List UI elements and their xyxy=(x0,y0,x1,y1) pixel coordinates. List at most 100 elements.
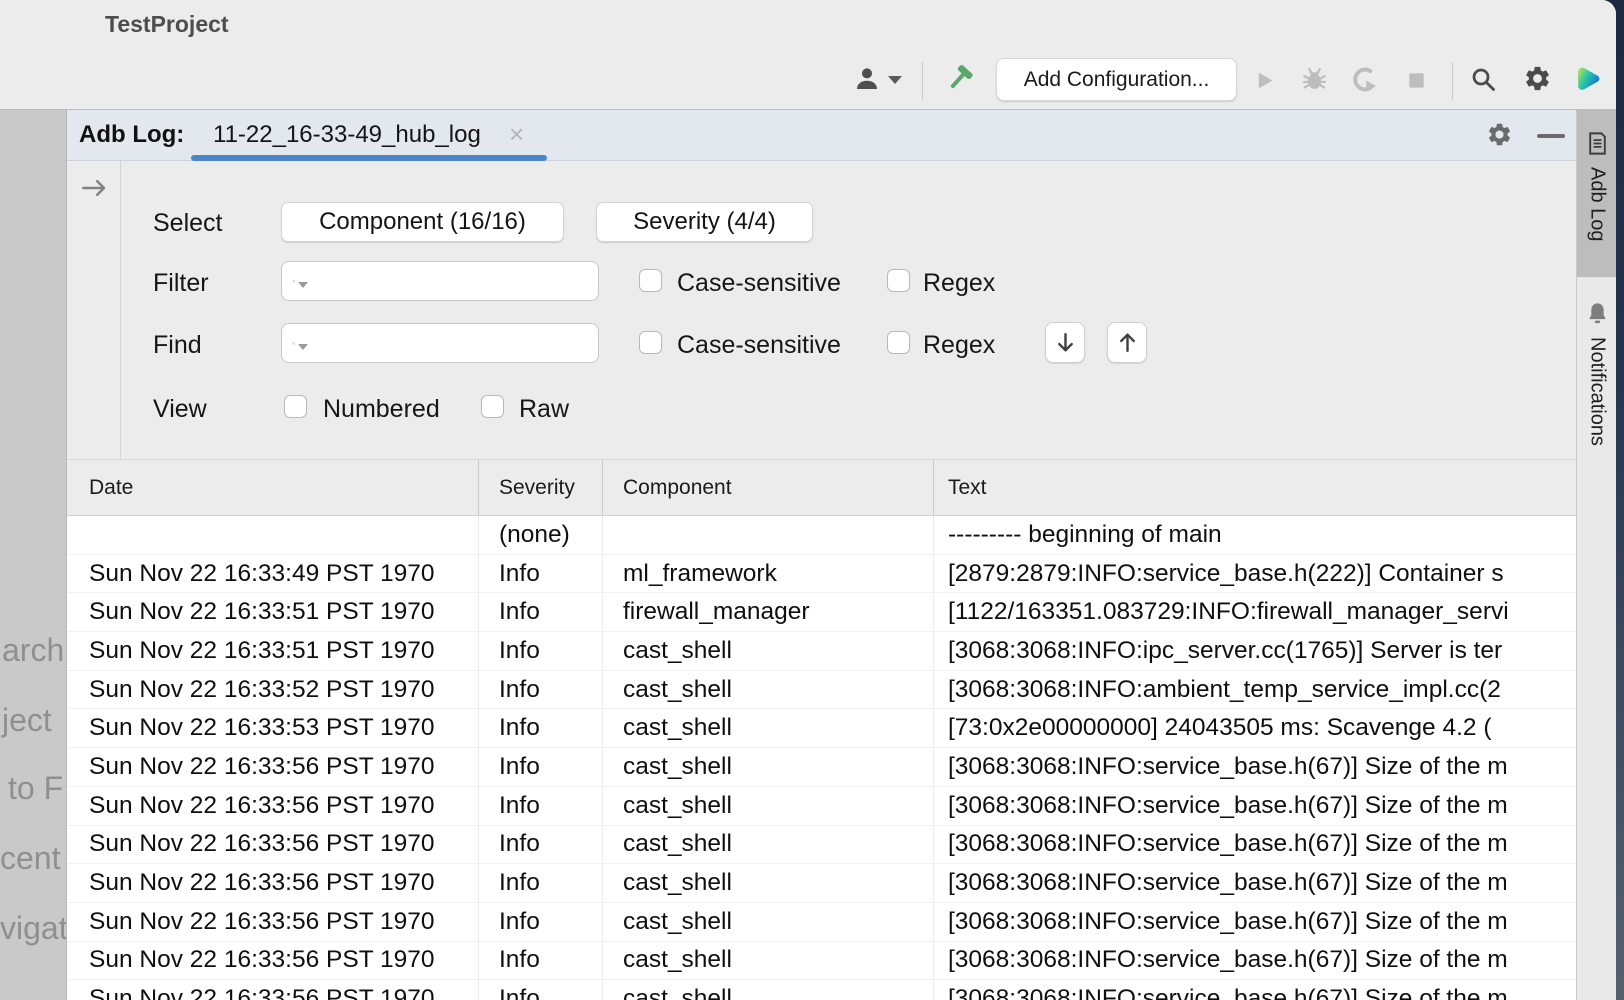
log-severity-cell: (none) xyxy=(479,516,603,554)
find-label: Find xyxy=(153,331,202,360)
log-table-row[interactable]: Sun Nov 22 16:33:52 PST 1970 Info cast_s… xyxy=(67,671,1577,710)
collapse-strip xyxy=(67,161,121,459)
log-severity-cell: Info xyxy=(479,942,603,980)
find-case-sensitive-checkbox[interactable] xyxy=(639,331,662,354)
stop-icon[interactable] xyxy=(1407,71,1426,90)
log-text-cell: [3068:3068:INFO:ipc_server.cc(1765)] Ser… xyxy=(934,632,1577,670)
find-next-button[interactable] xyxy=(1045,322,1085,363)
numbered-label: Numbered xyxy=(323,395,440,424)
log-table-row[interactable]: Sun Nov 22 16:33:51 PST 1970 Info firewa… xyxy=(67,593,1577,632)
minimize-icon[interactable] xyxy=(1537,134,1565,138)
log-table-row[interactable]: Sun Nov 22 16:33:56 PST 1970 Info cast_s… xyxy=(67,864,1577,903)
log-date-cell xyxy=(67,516,479,554)
settings-icon[interactable] xyxy=(1523,64,1552,93)
log-severity-cell: Info xyxy=(479,903,603,941)
user-chevron-icon[interactable] xyxy=(888,76,902,84)
log-text-cell: [3068:3068:INFO:service_base.h(67)] Size… xyxy=(934,864,1577,902)
severity-filter-button[interactable]: Severity (4/4) xyxy=(596,202,813,242)
find-case-sensitive-label: Case-sensitive xyxy=(677,331,841,360)
bell-icon xyxy=(1584,300,1611,327)
adb-log-panel: Adb Log: 11-22_16-33-49_hub_log × xyxy=(66,110,1576,1000)
view-label: View xyxy=(153,395,207,424)
bg-text-fragment: ject xyxy=(2,702,52,739)
bg-text-fragment: arch xyxy=(2,632,64,669)
log-severity-cell: Info xyxy=(479,787,603,825)
numbered-checkbox[interactable] xyxy=(284,395,307,418)
log-text-cell: [2879:2879:INFO:service_base.h(222)] Con… xyxy=(934,555,1577,593)
toolwindow-tab-adb-log[interactable]: Adb Log xyxy=(1577,110,1616,277)
column-header-date[interactable]: Date xyxy=(67,460,479,515)
search-icon xyxy=(292,270,296,293)
toolwindow-tab-label: Notifications xyxy=(1586,337,1609,446)
user-icon[interactable] xyxy=(852,64,882,94)
filter-regex-checkbox[interactable] xyxy=(887,269,910,292)
column-header-text[interactable]: Text xyxy=(934,460,1577,515)
log-component-cell: cast_shell xyxy=(603,942,934,980)
find-input-wrap xyxy=(281,323,599,363)
log-component-cell: cast_shell xyxy=(603,671,934,709)
close-icon[interactable]: × xyxy=(509,119,524,149)
panel-title: Adb Log: xyxy=(79,121,184,149)
log-table-row[interactable]: Sun Nov 22 16:33:56 PST 1970 Info cast_s… xyxy=(67,903,1577,942)
column-header-component[interactable]: Component xyxy=(603,460,934,515)
log-table-row[interactable]: Sun Nov 22 16:33:51 PST 1970 Info cast_s… xyxy=(67,632,1577,671)
log-component-cell: cast_shell xyxy=(603,709,934,747)
log-text-cell: --------- beginning of main xyxy=(934,516,1577,554)
log-table-row[interactable]: Sun Nov 22 16:33:56 PST 1970 Info cast_s… xyxy=(67,748,1577,787)
find-previous-button[interactable] xyxy=(1107,322,1147,363)
log-table: Date Severity Component Text (none) ----… xyxy=(67,459,1577,1000)
main-toolbar: TestProject Add Configuration... xyxy=(0,0,1616,110)
log-table-row[interactable]: Sun Nov 22 16:33:53 PST 1970 Info cast_s… xyxy=(67,709,1577,748)
panel-settings-gear-icon[interactable] xyxy=(1486,121,1513,148)
filter-regex-label: Regex xyxy=(923,269,995,298)
log-severity-cell: Info xyxy=(479,826,603,864)
filter-input-wrap xyxy=(281,261,599,301)
log-date-cell: Sun Nov 22 16:33:56 PST 1970 xyxy=(67,903,479,941)
find-input[interactable] xyxy=(310,324,598,362)
add-configuration-button[interactable]: Add Configuration... xyxy=(996,58,1237,101)
search-options-chevron-icon[interactable] xyxy=(298,282,308,288)
search-options-chevron-icon[interactable] xyxy=(298,344,308,350)
log-table-row[interactable]: Sun Nov 22 16:33:56 PST 1970 Info cast_s… xyxy=(67,980,1577,1000)
profiler-icon[interactable] xyxy=(1350,65,1379,94)
log-text-cell: [3068:3068:INFO:service_base.h(67)] Size… xyxy=(934,942,1577,980)
filter-case-sensitive-checkbox[interactable] xyxy=(639,269,662,292)
panel-header: Adb Log: 11-22_16-33-49_hub_log × xyxy=(67,110,1577,161)
log-date-cell: Sun Nov 22 16:33:52 PST 1970 xyxy=(67,671,479,709)
arrow-up-icon xyxy=(1115,330,1140,355)
filter-input[interactable] xyxy=(310,262,598,300)
log-severity-cell: Info xyxy=(479,632,603,670)
log-severity-cell: Info xyxy=(479,555,603,593)
log-text-cell: [3068:3068:INFO:service_base.h(67)] Size… xyxy=(934,748,1577,786)
log-table-row[interactable]: Sun Nov 22 16:33:56 PST 1970 Info cast_s… xyxy=(67,826,1577,865)
log-table-row[interactable]: Sun Nov 22 16:33:49 PST 1970 Info ml_fra… xyxy=(67,555,1577,594)
log-component-cell: cast_shell xyxy=(603,787,934,825)
collapse-arrow-icon[interactable] xyxy=(79,173,109,203)
log-severity-cell: Info xyxy=(479,671,603,709)
log-table-row[interactable]: (none) --------- beginning of main xyxy=(67,516,1577,555)
background-window-strip: arch ject to F cent vigat xyxy=(0,110,66,1000)
log-component-cell: cast_shell xyxy=(603,826,934,864)
filter-label: Filter xyxy=(153,269,209,298)
column-header-severity[interactable]: Severity xyxy=(479,460,603,515)
log-date-cell: Sun Nov 22 16:33:56 PST 1970 xyxy=(67,980,479,1000)
search-icon[interactable] xyxy=(1469,65,1497,93)
log-text-cell: [1122/163351.083729:INFO:firewall_manage… xyxy=(934,593,1577,631)
assistant-sphere-icon[interactable] xyxy=(1572,63,1603,94)
build-hammer-icon[interactable] xyxy=(942,62,976,96)
search-icon xyxy=(292,332,296,355)
log-text-cell: [73:0x2e00000000] 24043505 ms: Scavenge … xyxy=(934,709,1577,747)
toolwindow-tab-label: Adb Log xyxy=(1586,167,1609,242)
component-filter-button[interactable]: Component (16/16) xyxy=(281,202,564,242)
log-table-row[interactable]: Sun Nov 22 16:33:56 PST 1970 Info cast_s… xyxy=(67,787,1577,826)
log-severity-cell: Info xyxy=(479,864,603,902)
log-table-row[interactable]: Sun Nov 22 16:33:56 PST 1970 Info cast_s… xyxy=(67,942,1577,981)
find-regex-checkbox[interactable] xyxy=(887,331,910,354)
toolwindow-tab-notifications[interactable]: Notifications xyxy=(1577,290,1616,600)
raw-checkbox[interactable] xyxy=(481,395,504,418)
log-file-tab-label: 11-22_16-33-49_hub_log xyxy=(213,121,481,149)
debug-icon[interactable] xyxy=(1300,65,1329,94)
run-icon[interactable] xyxy=(1252,68,1277,93)
log-component-cell: ml_framework xyxy=(603,555,934,593)
log-file-tab[interactable]: 11-22_16-33-49_hub_log × xyxy=(191,110,547,161)
